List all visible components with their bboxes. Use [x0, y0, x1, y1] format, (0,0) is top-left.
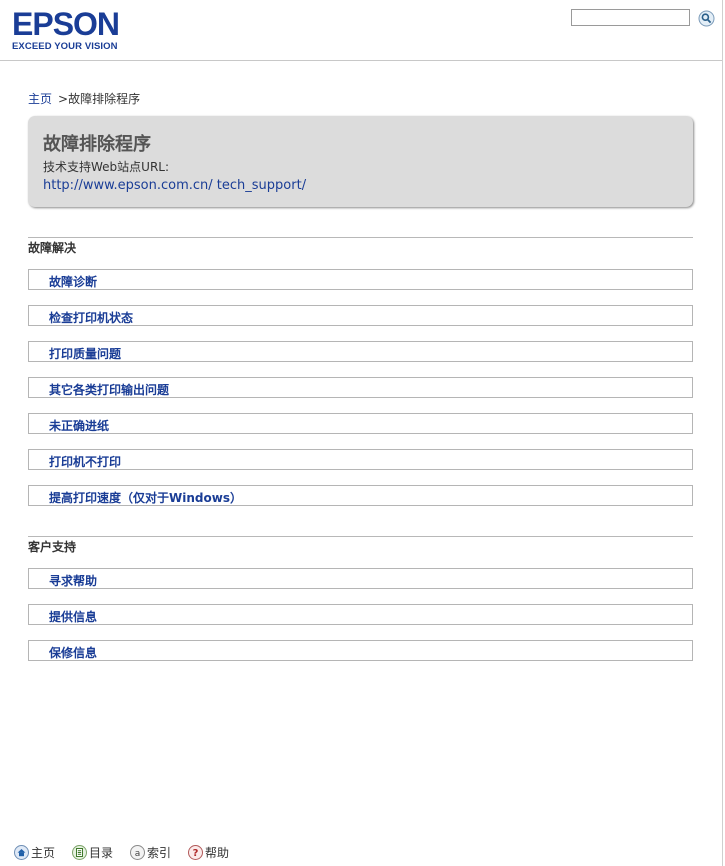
footer-index-label: 索引	[147, 846, 172, 860]
link-increase-print-speed[interactable]: 提高打印速度（仅对于Windows）	[28, 485, 693, 506]
link-get-help[interactable]: 寻求帮助	[28, 568, 693, 589]
link-provide-information[interactable]: 提供信息	[28, 604, 693, 625]
index-icon: a	[130, 845, 145, 860]
link-check-printer-status[interactable]: 检查打印机状态	[28, 305, 693, 326]
link-label: 寻求帮助	[49, 574, 98, 588]
footer-contents-label: 目录	[89, 846, 114, 860]
link-label: 其它各类打印输出问题	[49, 383, 170, 397]
link-paper-feed-problems[interactable]: 未正确进纸	[28, 413, 693, 434]
support-url-link[interactable]: http://www.epson.com.cn/ tech_support/	[43, 178, 306, 193]
section-divider	[28, 536, 693, 537]
link-printer-does-not-print[interactable]: 打印机不打印	[28, 449, 693, 470]
link-label: 提高打印速度（仅对于Windows）	[49, 491, 242, 505]
link-label: 打印机不打印	[49, 455, 122, 469]
link-label: 检查打印机状态	[49, 311, 134, 325]
search-button[interactable]	[698, 10, 715, 27]
breadcrumb-current: 故障排除程序	[68, 92, 141, 106]
footer-home-label: 主页	[31, 846, 56, 860]
link-other-printout-problems[interactable]: 其它各类打印输出问题	[28, 377, 693, 398]
footer-help-link[interactable]: ? 帮助	[188, 844, 229, 861]
footer-home-link[interactable]: 主页	[14, 844, 55, 861]
breadcrumb: 主页 >故障排除程序	[28, 90, 140, 107]
link-label: 保修信息	[49, 646, 98, 660]
section-heading-troubleshooting: 故障解决	[28, 241, 77, 255]
breadcrumb-home-link[interactable]: 主页	[28, 92, 52, 106]
logo-tagline: EXCEED YOUR VISION	[12, 41, 118, 52]
magnifier-icon	[698, 10, 715, 27]
section-divider	[28, 237, 693, 238]
support-url-label: 技术支持Web站点URL:	[43, 160, 170, 174]
link-label: 未正确进纸	[49, 419, 110, 433]
footer-index-link[interactable]: a 索引	[130, 844, 171, 861]
svg-text:?: ?	[193, 848, 199, 859]
page-title: 故障排除程序	[43, 134, 151, 155]
section-heading-customer-support: 客户支持	[28, 540, 77, 554]
help-icon: ?	[188, 845, 203, 860]
link-warranty-information[interactable]: 保修信息	[28, 640, 693, 661]
link-diagnose-problem[interactable]: 故障诊断	[28, 269, 693, 290]
home-icon	[14, 845, 29, 860]
link-label: 提供信息	[49, 610, 98, 624]
link-label: 打印质量问题	[49, 347, 122, 361]
link-label: 故障诊断	[49, 275, 98, 289]
breadcrumb-separator: >	[58, 92, 69, 106]
svg-text:a: a	[135, 849, 141, 859]
contents-icon	[72, 845, 87, 860]
link-print-quality-problems[interactable]: 打印质量问题	[28, 341, 693, 362]
footer-help-label: 帮助	[205, 846, 230, 860]
logo-wordmark: EPSON	[12, 6, 120, 42]
search-input[interactable]	[571, 9, 690, 26]
epson-logo[interactable]: EPSON EXCEED YOUR VISION	[12, 6, 120, 52]
window-right-border	[722, 0, 723, 866]
header-bar: EPSON EXCEED YOUR VISION	[0, 0, 722, 61]
title-panel: 故障排除程序 技术支持Web站点URL: http://www.epson.co…	[28, 116, 693, 207]
footer-contents-link[interactable]: 目录	[72, 844, 113, 861]
